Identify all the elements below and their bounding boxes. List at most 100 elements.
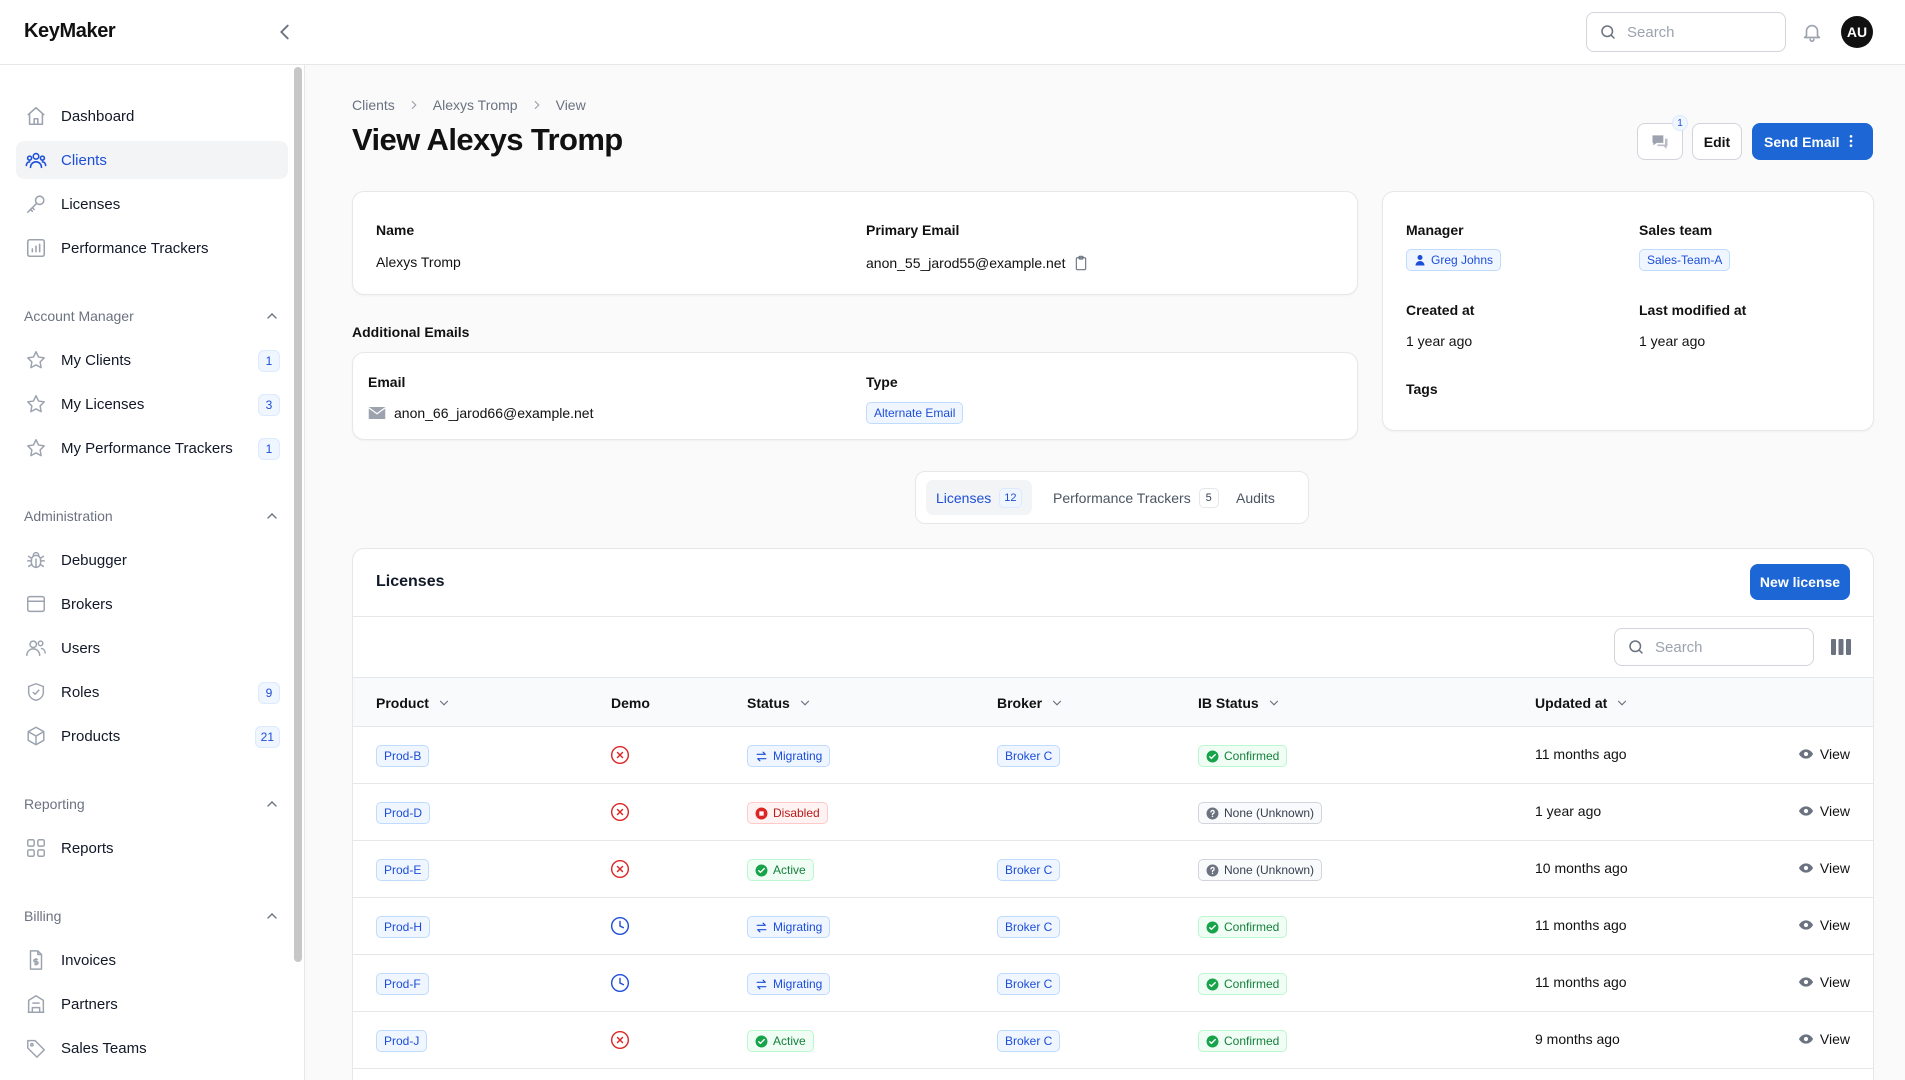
tab-performance-trackers[interactable]: Performance Trackers 5: [1043, 480, 1229, 515]
table-row[interactable]: Prod-F Migrating Broker C Confirmed 11 month…: [353, 955, 1873, 1012]
edit-button[interactable]: Edit: [1692, 123, 1742, 160]
column-broker[interactable]: Broker: [997, 695, 1064, 711]
global-search-input[interactable]: [1627, 23, 1767, 41]
sidebar-item-label: My Performance Trackers: [61, 439, 233, 457]
sidebar-item-clients[interactable]: Clients: [16, 141, 288, 179]
product-badge[interactable]: Prod-H: [376, 916, 431, 938]
user-avatar[interactable]: AU: [1841, 16, 1873, 48]
ib-status-badge: Confirmed: [1198, 1030, 1288, 1052]
comments-count-badge: 1: [1672, 115, 1688, 131]
view-link[interactable]: View: [1798, 974, 1850, 990]
view-link[interactable]: View: [1798, 1031, 1850, 1047]
question-circle-icon: [1206, 807, 1224, 820]
status-badge: Migrating: [747, 973, 831, 995]
chevron-up-icon: [267, 313, 277, 319]
group-reporting[interactable]: Reporting: [24, 796, 280, 812]
tab-licenses[interactable]: Licenses 12: [926, 480, 1032, 515]
broker-cell: Broker C: [997, 859, 1061, 881]
sidebar-item-sales-teams[interactable]: Sales Teams: [16, 1029, 288, 1067]
sidebar-item-reports[interactable]: Reports: [16, 829, 288, 867]
columns-icon[interactable]: [1831, 638, 1851, 656]
ib-status-label: Confirmed: [1224, 749, 1280, 763]
column-updated-at[interactable]: Updated at: [1535, 695, 1629, 711]
product-badge[interactable]: Prod-E: [376, 859, 430, 881]
product-badge[interactable]: Prod-F: [376, 973, 429, 995]
modified-value: 1 year ago: [1639, 333, 1706, 349]
more-vertical-icon[interactable]: [1843, 133, 1859, 149]
type-header: Type: [866, 374, 898, 390]
broker-badge[interactable]: Broker C: [997, 973, 1061, 995]
sidebar-item-my-clients[interactable]: My Clients 1: [16, 341, 288, 379]
status-label: Active: [773, 1034, 806, 1048]
new-license-button[interactable]: New license: [1750, 564, 1850, 600]
status-badge: Migrating: [747, 916, 831, 938]
client-name: Alexys Tromp: [376, 254, 461, 270]
sidebar-item-brokers[interactable]: Brokers: [16, 585, 288, 623]
ib-status-label: None (Unknown): [1224, 806, 1315, 820]
cube-icon: [27, 726, 45, 746]
sidebar-item-my-licenses[interactable]: My Licenses 3: [16, 385, 288, 423]
ib-status-label: Confirmed: [1224, 977, 1280, 991]
table-row[interactable]: Prod-B Migrating Broker C Confirmed 11 month…: [353, 727, 1873, 784]
tab-count: 5: [1198, 487, 1219, 508]
sidebar-item-users[interactable]: Users: [16, 629, 288, 667]
group-account-manager[interactable]: Account Manager: [24, 308, 280, 324]
comments-button[interactable]: 1: [1637, 115, 1688, 160]
table-row[interactable]: Prod-J Active Broker C Confirmed 9 months ag…: [353, 1012, 1873, 1069]
table-row[interactable]: Prod-E Active Broker C None (Unknown) 10 mon…: [353, 841, 1873, 898]
sidebar-item-my-performance-trackers[interactable]: My Performance Trackers 1: [16, 429, 288, 467]
column-ib-status[interactable]: IB Status: [1198, 695, 1281, 711]
tab-audits[interactable]: Audits: [1226, 480, 1285, 515]
global-search-box[interactable]: [1586, 12, 1786, 52]
breadcrumb-clients[interactable]: Clients: [352, 97, 395, 113]
broker-badge[interactable]: Broker C: [997, 859, 1061, 881]
updated-cell: 1 year ago: [1535, 803, 1602, 819]
table-row[interactable]: Prod-H Migrating Broker C Confirmed 11 month…: [353, 898, 1873, 955]
bug-icon: [27, 552, 45, 569]
sidebar-scrollbar[interactable]: [294, 67, 302, 962]
sales-team-badge[interactable]: Sales-Team-A: [1639, 249, 1731, 271]
broker-badge[interactable]: Broker C: [997, 1030, 1061, 1052]
sidebar-item-label: Dashboard: [61, 107, 135, 125]
swap-icon: [755, 978, 773, 991]
sidebar-item-performance-trackers[interactable]: Performance Trackers: [16, 229, 288, 267]
broker-badge[interactable]: Broker C: [997, 916, 1061, 938]
sidebar-item-invoices[interactable]: Invoices: [16, 941, 288, 979]
group-billing[interactable]: Billing: [24, 908, 280, 924]
view-link[interactable]: View: [1798, 746, 1850, 762]
table-search-box[interactable]: [1614, 628, 1814, 666]
column-product[interactable]: Product: [376, 695, 451, 711]
sidebar-item-products[interactable]: Products 21: [16, 717, 288, 755]
column-status[interactable]: Status: [747, 695, 812, 711]
send-email-button[interactable]: Send Email: [1752, 123, 1873, 160]
updated-cell: 9 months ago: [1535, 1031, 1620, 1047]
collapse-sidebar-icon[interactable]: [274, 21, 296, 43]
eye-icon: [1798, 863, 1813, 873]
chart-icon: [26, 238, 46, 258]
invoice-icon: [29, 950, 43, 970]
clipboard-icon[interactable]: [1073, 254, 1089, 272]
demo-cell: [610, 745, 630, 765]
sidebar-item-dashboard[interactable]: Dashboard: [16, 97, 288, 135]
sidebar-item-debugger[interactable]: Debugger: [16, 541, 288, 579]
manager-badge[interactable]: Greg Johns: [1406, 249, 1502, 271]
broker-badge[interactable]: Broker C: [997, 745, 1061, 767]
group-title-label: Reporting: [24, 796, 85, 812]
view-link[interactable]: View: [1798, 860, 1850, 876]
view-link[interactable]: View: [1798, 917, 1850, 933]
chevron-down-icon: [439, 700, 448, 706]
sidebar-item-licenses[interactable]: Licenses: [16, 185, 288, 223]
product-badge[interactable]: Prod-J: [376, 1030, 428, 1052]
sidebar-item-partners[interactable]: Partners: [16, 985, 288, 1023]
product-badge[interactable]: Prod-D: [376, 802, 431, 824]
sidebar-item-roles[interactable]: Roles 9: [16, 673, 288, 711]
breadcrumb-client[interactable]: Alexys Tromp: [433, 97, 518, 113]
view-link[interactable]: View: [1798, 803, 1850, 819]
ib-status-cell: Confirmed: [1198, 745, 1288, 767]
app-logo[interactable]: KeyMaker: [24, 20, 116, 43]
bell-icon[interactable]: [1801, 21, 1823, 43]
group-administration[interactable]: Administration: [24, 508, 280, 524]
product-badge[interactable]: Prod-B: [376, 745, 430, 767]
table-search-input[interactable]: [1655, 638, 1795, 656]
table-row[interactable]: Prod-D Disabled None (Unknown) 1 year ago Vi…: [353, 784, 1873, 841]
